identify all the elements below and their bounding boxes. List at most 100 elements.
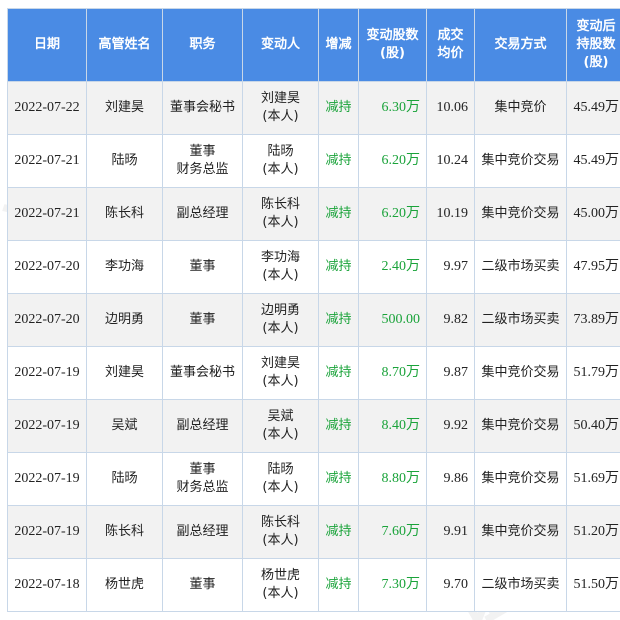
date-cell: 2022-07-20 <box>7 240 87 294</box>
changer-cell-line: 陈长科 <box>260 197 300 212</box>
changer-cell-line: (本人) <box>262 533 299 548</box>
column-header-line: 变动股数 <box>366 28 419 43</box>
column-header-line: 持股数 <box>576 37 616 52</box>
position-cell: 董事 <box>162 240 243 294</box>
direction-cell: 减持 <box>318 134 359 188</box>
direction-cell: 减持 <box>318 187 359 241</box>
date-cell: 2022-07-21 <box>7 187 87 241</box>
trade-method-cell: 二级市场买卖 <box>474 240 567 294</box>
position-cell: 董事 财务总监 <box>162 452 243 506</box>
changer-cell-line: 边明勇 <box>260 303 300 318</box>
column-header-line: 成交 <box>437 28 464 43</box>
executive-name-cell: 边明勇 <box>86 293 163 347</box>
changer-cell: 陈长科 (本人) <box>242 187 319 241</box>
position-cell: 董事 <box>162 558 243 612</box>
changer-cell: 边明勇 (本人) <box>242 293 319 347</box>
executive-name-cell: 刘建昊 <box>86 346 163 400</box>
changer-cell: 陆旸 (本人) <box>242 452 319 506</box>
column-header-executive-name: 高管姓名 <box>86 8 163 82</box>
changer-cell: 李功海 (本人) <box>242 240 319 294</box>
changed-shares-cell: 7.60万 <box>358 505 427 559</box>
direction-cell: 减持 <box>318 346 359 400</box>
date-cell: 2022-07-19 <box>7 346 87 400</box>
holding-after-cell: 51.50万 <box>566 558 620 612</box>
holding-after-cell: 73.89万 <box>566 293 620 347</box>
changer-cell: 吴斌 (本人) <box>242 399 319 453</box>
date-cell: 2022-07-19 <box>7 452 87 506</box>
holding-after-cell: 51.20万 <box>566 505 620 559</box>
avg-price-cell: 10.24 <box>426 134 475 188</box>
table-row: 2022-07-19 吴斌 副总经理 吴斌 (本人) 减持 8.40万 9.92 集中竞价交易 5… <box>7 399 620 453</box>
changer-cell-line: (本人) <box>262 321 299 336</box>
trade-method-cell: 集中竞价交易 <box>474 134 567 188</box>
direction-cell: 减持 <box>318 558 359 612</box>
changed-shares-cell: 6.20万 <box>358 134 427 188</box>
date-cell: 2022-07-19 <box>7 505 87 559</box>
column-header-line: (股) <box>380 46 405 61</box>
position-cell: 董事会秘书 <box>162 346 243 400</box>
column-header-line: 变动后 <box>576 19 616 34</box>
column-header-holding-after: 变动后 持股数 (股) <box>566 8 620 82</box>
position-cell-line: 董事 <box>189 462 216 477</box>
trade-method-cell: 集中竞价交易 <box>474 452 567 506</box>
changed-shares-cell: 6.20万 <box>358 187 427 241</box>
date-cell: 2022-07-22 <box>7 81 87 135</box>
column-header-changed-shares: 变动股数 (股) <box>358 8 427 82</box>
executive-name-cell: 杨世虎 <box>86 558 163 612</box>
changer-cell-line: 吴斌 <box>267 409 294 424</box>
date-cell: 2022-07-21 <box>7 134 87 188</box>
direction-cell: 减持 <box>318 240 359 294</box>
position-cell: 副总经理 <box>162 187 243 241</box>
changed-shares-cell: 7.30万 <box>358 558 427 612</box>
trade-method-cell: 二级市场买卖 <box>474 293 567 347</box>
column-header-line: 变动人 <box>260 37 300 52</box>
executive-name-cell: 陆旸 <box>86 134 163 188</box>
changer-cell-line: (本人) <box>262 162 299 177</box>
changer-cell-line: 杨世虎 <box>260 568 300 583</box>
column-header-line: 职务 <box>189 37 216 52</box>
trade-method-cell: 二级市场买卖 <box>474 558 567 612</box>
changed-shares-cell: 8.40万 <box>358 399 427 453</box>
avg-price-cell: 10.06 <box>426 81 475 135</box>
date-cell: 2022-07-19 <box>7 399 87 453</box>
trade-method-cell: 集中竞价 <box>474 81 567 135</box>
avg-price-cell: 9.82 <box>426 293 475 347</box>
column-header-line: 均价 <box>437 46 464 61</box>
holding-after-cell: 51.79万 <box>566 346 620 400</box>
changed-shares-cell: 6.30万 <box>358 81 427 135</box>
position-cell-line: 财务总监 <box>176 480 229 495</box>
table-row: 2022-07-21 陈长科 副总经理 陈长科 (本人) 减持 6.20万 10.19 集中竞价… <box>7 187 620 241</box>
changer-cell-line: (本人) <box>262 215 299 230</box>
position-cell: 董事 <box>162 293 243 347</box>
table-row: 2022-07-19 陆旸 董事 财务总监 陆旸 (本人) 减持 8.80万 9.86 集中竞价交… <box>7 452 620 506</box>
changed-shares-cell: 500.00 <box>358 293 427 347</box>
direction-cell: 减持 <box>318 399 359 453</box>
position-cell: 副总经理 <box>162 505 243 559</box>
avg-price-cell: 9.92 <box>426 399 475 453</box>
position-cell: 董事 财务总监 <box>162 134 243 188</box>
changer-cell-line: (本人) <box>262 109 299 124</box>
changer-cell-line: (本人) <box>262 586 299 601</box>
holding-after-cell: 50.40万 <box>566 399 620 453</box>
column-header-date: 日期 <box>7 8 87 82</box>
table-row: 2022-07-19 陈长科 副总经理 陈长科 (本人) 减持 7.60万 9.91 集中竞价交… <box>7 505 620 559</box>
changer-cell-line: 刘建昊 <box>260 91 300 106</box>
table-row: 2022-07-22 刘建昊 董事会秘书 刘建昊 (本人) 减持 6.30万 10.06 集中竞… <box>7 81 620 135</box>
changed-shares-cell: 8.80万 <box>358 452 427 506</box>
insider-trading-table-container: 日期 高管姓名 职务 变动人 增减 变动股数 (股) 成交 均价 交易方式 变动后 持股数 (股) 20… <box>7 8 620 612</box>
column-header-direction: 增减 <box>318 8 359 82</box>
table-row: 2022-07-18 杨世虎 董事 杨世虎 (本人) 减持 7.30万 9.70 二级市场买卖 5… <box>7 558 620 612</box>
avg-price-cell: 9.91 <box>426 505 475 559</box>
direction-cell: 减持 <box>318 81 359 135</box>
position-cell-line: 董事 <box>189 144 216 159</box>
changer-cell: 陈长科 (本人) <box>242 505 319 559</box>
position-cell-line: 财务总监 <box>176 162 229 177</box>
changer-cell: 陆旸 (本人) <box>242 134 319 188</box>
changer-cell-line: 陆旸 <box>267 462 294 477</box>
changer-cell-line: (本人) <box>262 374 299 389</box>
changer-cell-line: (本人) <box>262 268 299 283</box>
avg-price-cell: 9.86 <box>426 452 475 506</box>
avg-price-cell: 9.97 <box>426 240 475 294</box>
holding-after-cell: 45.00万 <box>566 187 620 241</box>
changer-cell: 杨世虎 (本人) <box>242 558 319 612</box>
